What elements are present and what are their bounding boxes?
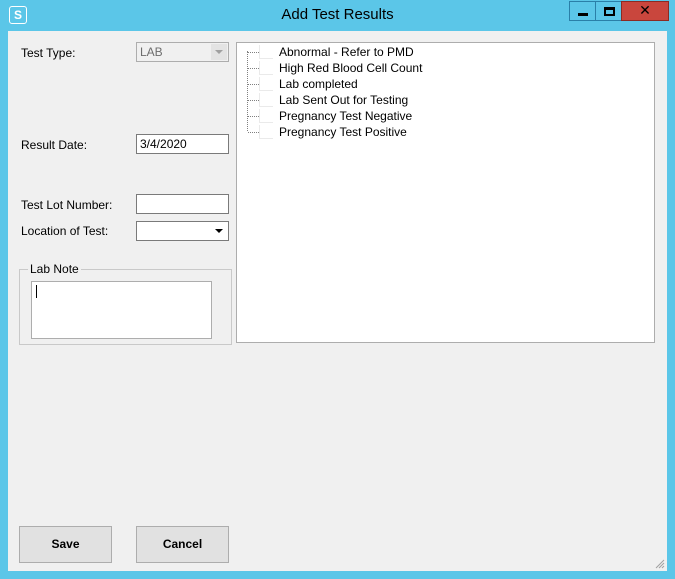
minimize-button[interactable] [569,1,596,21]
test-lot-number-field[interactable] [136,194,229,214]
maximize-button[interactable] [595,1,622,21]
maximize-icon [604,7,615,16]
chevron-down-icon [211,44,227,60]
list-item-label: Lab completed [279,77,358,91]
cancel-button[interactable]: Cancel [136,526,229,563]
result-date-field[interactable]: 3/4/2020 [136,134,229,154]
close-icon: ✕ [639,3,651,19]
checkbox[interactable] [259,93,273,107]
checkbox[interactable] [259,109,273,123]
list-item[interactable]: Pregnancy Test Positive [237,124,637,140]
list-item[interactable]: High Red Blood Cell Count [237,60,637,76]
tree-branch-line [248,132,259,133]
test-lot-number-label: Test Lot Number: [21,198,113,212]
chevron-down-icon [211,223,227,239]
lab-note-group: Lab Note [19,262,232,345]
save-button[interactable]: Save [19,526,112,563]
location-of-test-label: Location of Test: [21,224,109,238]
list-item[interactable]: Lab Sent Out for Testing [237,92,637,108]
list-item-label: Pregnancy Test Positive [279,125,407,139]
tree-branch-line [248,68,259,69]
location-of-test-dropdown[interactable] [136,221,229,241]
checkbox[interactable] [259,45,273,59]
list-item-label: Abnormal - Refer to PMD [279,45,414,59]
checkbox[interactable] [259,125,273,139]
close-button[interactable]: ✕ [621,1,669,21]
checkbox[interactable] [259,77,273,91]
result-date-label: Result Date: [21,138,88,152]
list-item-label: Pregnancy Test Negative [279,109,413,123]
test-type-label: Test Type: [21,46,76,60]
minimize-icon [578,13,588,16]
test-type-dropdown[interactable]: LAB [136,42,229,62]
list-item[interactable]: Pregnancy Test Negative [237,108,637,124]
title-bar[interactable]: S Add Test Results ✕ [0,0,675,30]
lab-note-textarea[interactable] [31,281,212,339]
list-item-label: Lab Sent Out for Testing [279,93,409,107]
tree-branch-line [248,52,259,53]
text-caret [36,285,37,298]
tree-branch-line [248,116,259,117]
dialog-body: Test Type: LAB Result Date: 3/4/2020 Tes… [8,31,667,571]
checkbox[interactable] [259,61,273,75]
list-item-label: High Red Blood Cell Count [279,61,423,75]
test-type-value: LAB [140,45,163,59]
tree-branch-line [248,84,259,85]
tree-branch-line [248,100,259,101]
list-item[interactable]: Lab completed [237,76,637,92]
add-test-results-window: S Add Test Results ✕ Test Type: LAB Resu… [0,0,675,579]
test-results-checklist[interactable]: Abnormal - Refer to PMD High Red Blood C… [236,42,655,343]
result-date-value: 3/4/2020 [140,137,187,151]
resize-grip-icon[interactable] [653,557,665,569]
list-item[interactable]: Abnormal - Refer to PMD [237,44,637,60]
lab-note-label: Lab Note [28,262,81,276]
